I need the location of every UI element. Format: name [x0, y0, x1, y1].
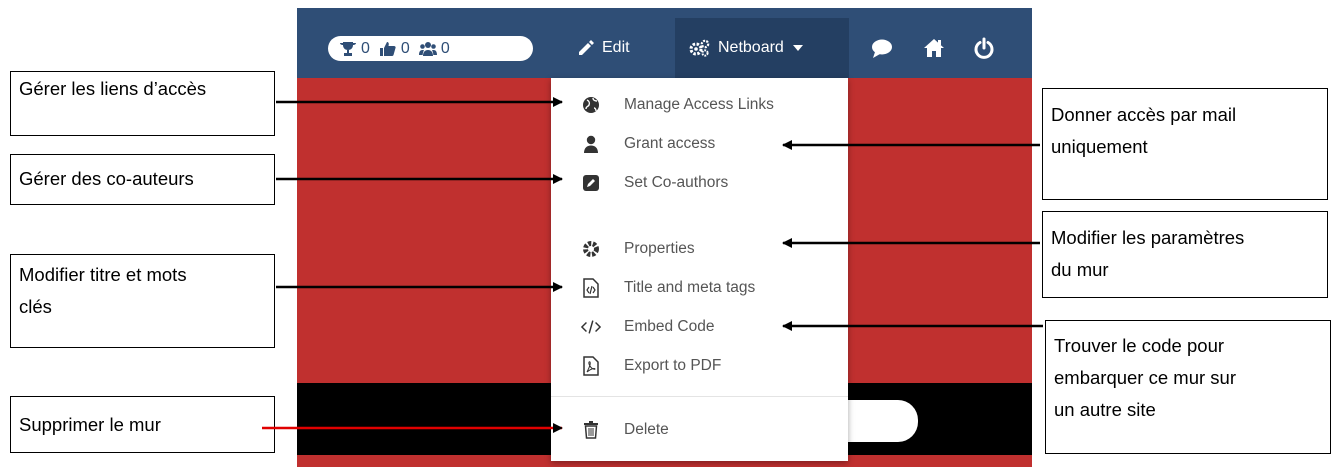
callout-coauthors: Gérer des co-auteurs — [10, 154, 275, 205]
menu-item-delete[interactable]: Delete — [551, 413, 848, 447]
members-stat: 0 — [418, 39, 450, 58]
callout-text-line: Trouver le code pour — [1054, 335, 1225, 356]
callout-text-line: embarquer ce mur sur — [1054, 367, 1236, 388]
callout-delete: Supprimer le mur — [10, 396, 275, 453]
callout-text-line: Modifier les paramètres — [1051, 227, 1245, 248]
trophy-icon — [340, 41, 356, 56]
menu-item-label: Grant access — [624, 135, 716, 152]
callout-text-line: Modifier titre et mots — [19, 264, 187, 285]
edit-square-icon — [581, 173, 601, 193]
stats-pill: 0 0 0 — [328, 36, 533, 61]
menu-item-set-co-authors[interactable]: Set Co-authors — [551, 166, 848, 200]
netboard-dropdown-menu: Manage Access Links Grant access Set Co-… — [551, 78, 848, 461]
menu-item-manage-access-links[interactable]: Manage Access Links — [551, 88, 848, 122]
callout-embed-code: Trouver le code pour embarquer ce mur su… — [1045, 320, 1331, 454]
gear-icon — [581, 239, 601, 259]
menu-item-label: Title and meta tags — [624, 279, 756, 296]
callout-text-line: un autre site — [1054, 399, 1156, 420]
pencil-icon — [579, 40, 594, 55]
caret-down-icon — [792, 45, 803, 51]
users-icon — [418, 41, 437, 56]
globe-icon — [581, 95, 601, 115]
home-icon[interactable] — [922, 36, 946, 60]
code-icon — [581, 317, 601, 337]
callout-text-line: du mur — [1051, 259, 1109, 280]
menu-item-properties[interactable]: Properties — [551, 232, 848, 266]
callout-manage-links: Gérer les liens d’accès — [10, 71, 275, 136]
cogs-icon — [689, 39, 710, 57]
members-count: 0 — [440, 39, 450, 57]
file-code-icon — [581, 278, 601, 298]
power-icon[interactable] — [972, 36, 996, 60]
menu-item-label: Delete — [624, 421, 669, 438]
menu-item-embed-code[interactable]: Embed Code — [551, 310, 848, 344]
menu-item-label: Properties — [624, 240, 695, 257]
likes-stat: 0 — [379, 40, 410, 58]
comment-icon[interactable] — [870, 36, 894, 60]
trophy-stat: 0 — [339, 40, 370, 58]
callout-text-line: uniquement — [1051, 136, 1148, 157]
thumbs-up-icon — [379, 41, 396, 56]
likes-count: 0 — [400, 39, 410, 57]
menu-item-export-pdf[interactable]: Export to PDF — [551, 349, 848, 383]
netboard-label: Netboard — [718, 39, 784, 56]
edit-button[interactable]: Edit — [565, 30, 657, 66]
menu-item-label: Export to PDF — [624, 357, 722, 374]
user-icon — [581, 134, 601, 154]
callout-title-tags: Modifier titre et mots clés — [10, 254, 275, 348]
top-navbar: 0 0 0 Edit Netboard — [297, 8, 1032, 78]
callout-text-line: clés — [19, 296, 52, 317]
edit-label: Edit — [602, 39, 630, 56]
menu-item-label: Set Co-authors — [624, 174, 729, 191]
trash-icon — [581, 420, 601, 440]
callout-text: Gérer des co-auteurs — [19, 168, 194, 189]
app-screenshot: 0 0 0 Edit Netboard Manage Access Links … — [297, 8, 1032, 467]
menu-item-grant-access[interactable]: Grant access — [551, 127, 848, 161]
menu-item-label: Embed Code — [624, 318, 715, 335]
menu-item-title-meta-tags[interactable]: Title and meta tags — [551, 271, 848, 305]
callout-text: Supprimer le mur — [19, 414, 161, 435]
trophy-count: 0 — [361, 39, 370, 57]
callout-text: Gérer les liens d’accès — [19, 78, 207, 99]
file-pdf-icon — [581, 356, 601, 376]
callout-properties: Modifier les paramètres du mur — [1042, 211, 1328, 298]
netboard-menu-button[interactable]: Netboard — [675, 18, 849, 78]
menu-item-label: Manage Access Links — [624, 96, 774, 113]
callout-grant-access: Donner accès par mail uniquement — [1042, 88, 1328, 200]
menu-divider — [551, 396, 848, 397]
callout-text-line: Donner accès par mail — [1051, 104, 1237, 125]
